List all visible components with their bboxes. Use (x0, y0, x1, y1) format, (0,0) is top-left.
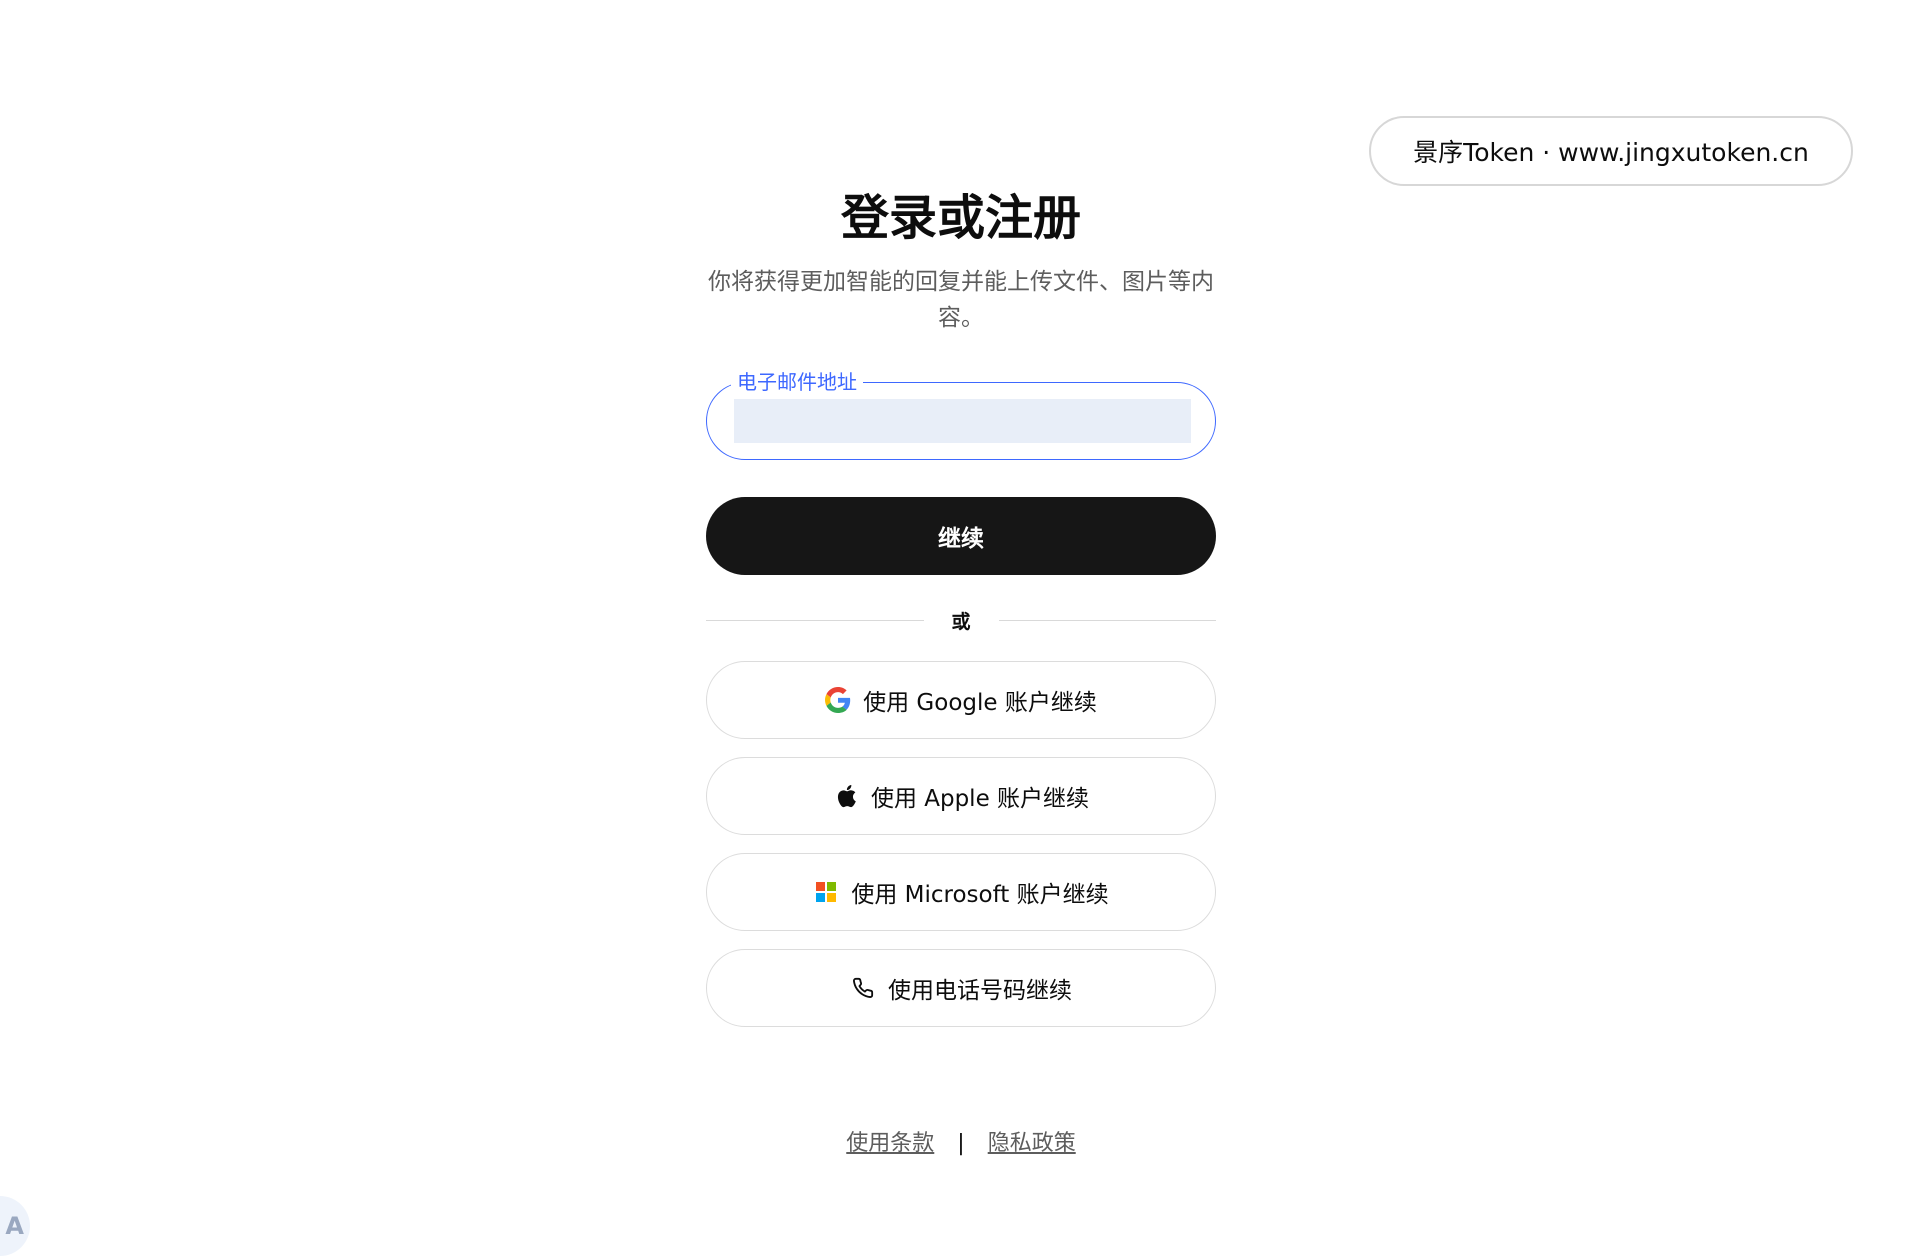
translate-icon: A (5, 1212, 24, 1240)
divider-line-left (706, 619, 924, 621)
email-field-label: 电子邮件地址 (731, 369, 863, 395)
phone-login-button[interactable]: 使用电话号码继续 (706, 949, 1216, 1027)
microsoft-icon (813, 879, 839, 905)
divider-line-right (998, 619, 1217, 621)
login-page: 景序Token · www.jingxutoken.cn 登录或注册 你将获得更… (0, 0, 1914, 1257)
email-field-wrapper: 电子邮件地址 (706, 369, 1216, 460)
or-label: 或 (951, 610, 971, 633)
social-login-list: 使用 Google 账户继续 使用 Apple 账户继续 使用 Microsof… (706, 661, 1216, 1027)
microsoft-login-label: 使用 Microsoft 账户继续 (851, 882, 1109, 908)
terms-link[interactable]: 使用条款 (846, 1131, 934, 1156)
apple-login-label: 使用 Apple 账户继续 (870, 786, 1090, 812)
page-title: 登录或注册 (840, 190, 1081, 246)
phone-icon (850, 975, 876, 1001)
google-icon (825, 687, 851, 713)
phone-login-label: 使用电话号码继续 (888, 978, 1072, 1004)
apple-icon (833, 783, 859, 809)
google-login-button[interactable]: 使用 Google 账户继续 (706, 661, 1216, 739)
continue-button[interactable]: 继续 (706, 497, 1216, 575)
legal-footer: 使用条款 | 隐私政策 (706, 1125, 1216, 1157)
email-field[interactable] (734, 399, 1191, 443)
or-divider: 或 (706, 605, 1217, 635)
translate-button[interactable]: A (0, 1196, 30, 1256)
microsoft-login-button[interactable]: 使用 Microsoft 账户继续 (706, 853, 1216, 931)
page-subtitle: 你将获得更加智能的回复并能上传文件、图片等内容。 (708, 269, 1214, 331)
auth-card: 登录或注册 你将获得更加智能的回复并能上传文件、图片等内容。 电子邮件地址 继续… (706, 180, 1217, 1027)
watermark-badge: 景序Token · www.jingxutoken.cn (1369, 116, 1853, 186)
footer-separator: | (957, 1131, 965, 1156)
watermark-text: 景序Token · www.jingxutoken.cn (1413, 138, 1809, 167)
privacy-link[interactable]: 隐私政策 (988, 1131, 1076, 1156)
apple-login-button[interactable]: 使用 Apple 账户继续 (706, 757, 1216, 835)
google-login-label: 使用 Google 账户继续 (863, 690, 1097, 716)
